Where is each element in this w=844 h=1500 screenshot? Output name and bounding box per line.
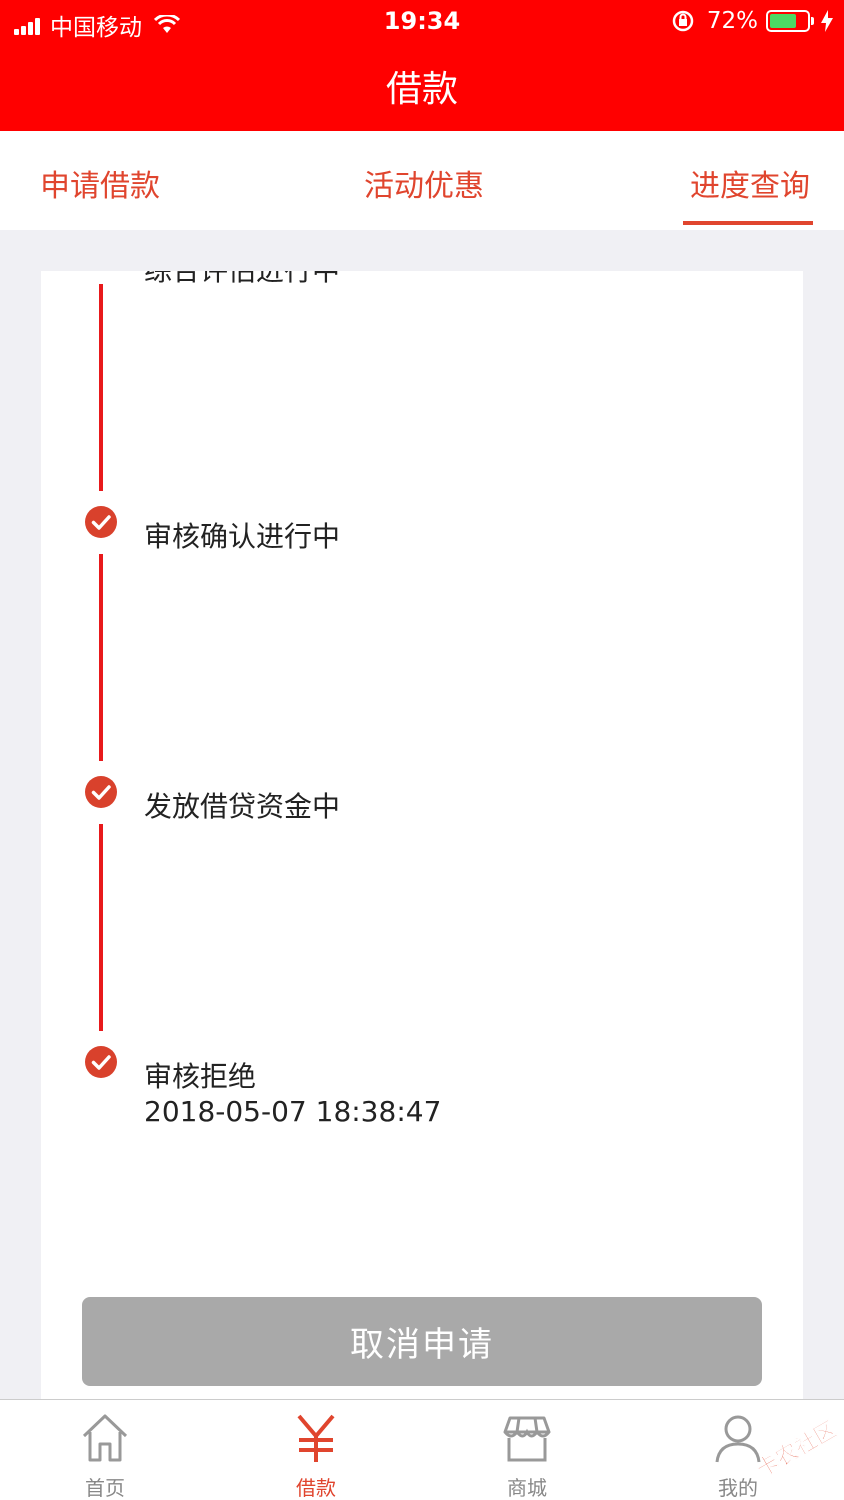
- charging-icon: [821, 10, 833, 32]
- timeline-step-label: 发放借贷资金中: [144, 790, 341, 823]
- tab-bar: 申请借款 活动优惠 进度查询: [0, 131, 844, 230]
- active-tab-indicator: [683, 221, 813, 225]
- timeline-step-time: 2018-05-07 18:38:47: [144, 1095, 442, 1128]
- tab-apply-loan[interactable]: 申请借款: [40, 161, 160, 205]
- timeline-connector: [99, 554, 103, 761]
- svg-text:卡农社区: 卡农社区: [752, 1416, 840, 1483]
- bottom-tab-store[interactable]: 商城: [467, 1400, 587, 1500]
- rotation-lock-icon: [672, 10, 694, 32]
- header-bar: 中国移动 19:34 72% 借款: [0, 0, 844, 131]
- status-right: 72%: [671, 8, 834, 34]
- status-bar: 中国移动 19:34 72%: [0, 0, 844, 44]
- timeline-step-label: 审核确认进行中: [144, 520, 341, 553]
- timeline-connector: [99, 824, 103, 1031]
- yen-icon: [297, 1414, 335, 1462]
- cancel-application-button[interactable]: 取消申请: [82, 1297, 762, 1386]
- check-circle-icon: [85, 776, 117, 808]
- check-circle-icon: [85, 1046, 117, 1078]
- bottom-tab-bar: 首页 借款 商城 我的: [0, 1399, 844, 1500]
- bottom-tab-label: 借款: [296, 1476, 336, 1500]
- bottom-tab-home[interactable]: 首页: [45, 1400, 165, 1500]
- timeline-step-label-cut: 综合评估进行中: [144, 271, 340, 289]
- progress-card: 综合评估进行中 审核确认进行中 发放借贷资金中 审核拒绝 2018-05-07 …: [41, 271, 803, 1400]
- timeline-connector: [99, 284, 103, 491]
- tab-progress-query[interactable]: 进度查询: [690, 161, 810, 205]
- tab-promotions[interactable]: 活动优惠: [364, 161, 484, 205]
- home-icon: [82, 1414, 128, 1462]
- battery-percent: 72%: [706, 8, 758, 34]
- watermark-logo: 卡农社区: [752, 1416, 840, 1483]
- page-title: 借款: [385, 69, 458, 110]
- timeline-step-label: 审核拒绝: [144, 1060, 257, 1093]
- bottom-tab-loan[interactable]: 借款: [256, 1400, 376, 1500]
- bottom-tab-label: 首页: [85, 1476, 125, 1500]
- store-icon: [503, 1416, 551, 1462]
- bottom-tab-label: 商城: [507, 1476, 547, 1500]
- battery-icon: [766, 10, 814, 32]
- check-circle-icon: [85, 506, 117, 538]
